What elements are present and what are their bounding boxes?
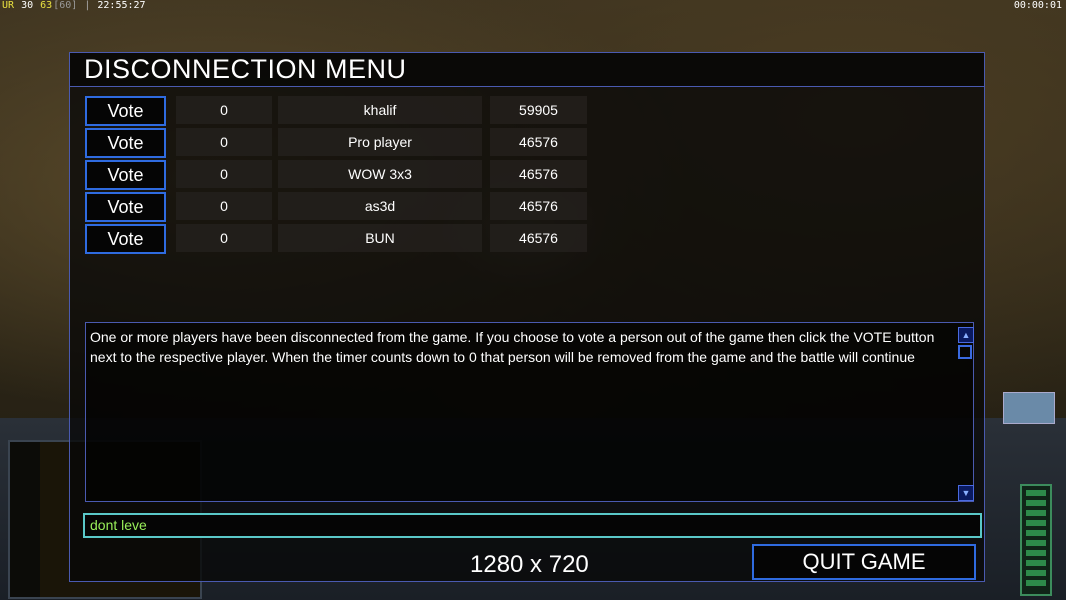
power-meter bbox=[1020, 484, 1052, 596]
disconnection-dialog: DISCONNECTION MENU Vote 0 khalif 59905 V… bbox=[69, 52, 985, 582]
chat-input[interactable]: dont leve bbox=[83, 513, 982, 538]
vote-count: 0 bbox=[176, 96, 272, 124]
vote-count: 0 bbox=[176, 192, 272, 220]
hud-ur: UR bbox=[2, 0, 15, 11]
vote-button[interactable]: Vote bbox=[85, 96, 166, 126]
player-name: BUN bbox=[278, 224, 482, 252]
disconnect-message: One or more players have been disconnect… bbox=[90, 329, 935, 365]
vote-button[interactable]: Vote bbox=[85, 224, 166, 254]
satellite-icon bbox=[1003, 392, 1055, 424]
scroll-up-icon[interactable]: ▲ bbox=[958, 327, 974, 343]
hud-n1: 30 bbox=[21, 0, 34, 11]
player-name: khalif bbox=[278, 96, 482, 124]
player-ping: 46576 bbox=[490, 224, 587, 252]
vote-count: 0 bbox=[176, 160, 272, 188]
scroll-down-icon[interactable]: ▼ bbox=[958, 485, 974, 501]
resolution-label: 1280 x 720 bbox=[470, 551, 589, 578]
vote-count: 0 bbox=[176, 128, 272, 156]
quit-game-button[interactable]: QUIT GAME bbox=[752, 544, 976, 580]
hud-stats: UR 30 63[60] | 22:55:27 bbox=[2, 0, 146, 11]
dialog-title: DISCONNECTION MENU bbox=[84, 54, 407, 84]
hud-clock: 22:55:27 bbox=[97, 0, 146, 11]
player-ping: 46576 bbox=[490, 192, 587, 220]
player-ping: 46576 bbox=[490, 128, 587, 156]
vote-count: 0 bbox=[176, 224, 272, 252]
vote-button[interactable]: Vote bbox=[85, 160, 166, 190]
hud-n2: 63 bbox=[40, 0, 53, 11]
hud-timer: 00:00:01 bbox=[1013, 0, 1062, 11]
vote-button[interactable]: Vote bbox=[85, 128, 166, 158]
player-ping: 59905 bbox=[490, 96, 587, 124]
dialog-title-bar: DISCONNECTION MENU bbox=[70, 53, 984, 87]
scrollbar-thumb[interactable] bbox=[958, 345, 972, 359]
player-name: Pro player bbox=[278, 128, 482, 156]
player-ping: 46576 bbox=[490, 160, 587, 188]
hud-n3: [60] bbox=[53, 0, 78, 11]
vote-button[interactable]: Vote bbox=[85, 192, 166, 222]
message-box: One or more players have been disconnect… bbox=[85, 322, 974, 502]
player-name: WOW 3x3 bbox=[278, 160, 482, 188]
player-name: as3d bbox=[278, 192, 482, 220]
